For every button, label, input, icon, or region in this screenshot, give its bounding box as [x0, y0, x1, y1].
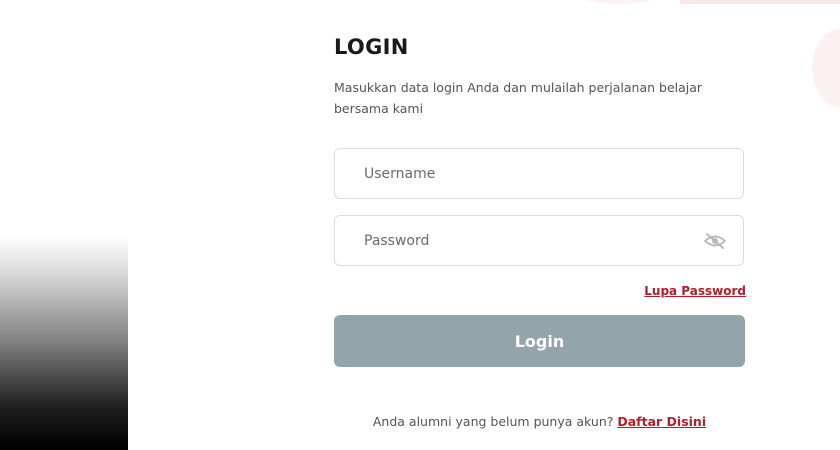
login-button[interactable]: Login	[334, 315, 745, 367]
register-prompt: Anda alumni yang belum punya akun? Dafta…	[334, 414, 745, 429]
password-input[interactable]	[335, 216, 743, 265]
eye-slash-icon[interactable]	[703, 232, 727, 250]
page-title: LOGIN	[334, 35, 409, 59]
forgot-password-link[interactable]: Lupa Password	[644, 284, 746, 298]
login-page: LOGIN Masukkan data login Anda dan mulai…	[0, 0, 840, 450]
password-field-container	[334, 215, 744, 266]
page-subtitle: Masukkan data login Anda dan mulailah pe…	[334, 80, 703, 116]
username-field-container	[334, 148, 744, 199]
username-input[interactable]	[335, 149, 743, 198]
decorative-arc	[812, 28, 840, 108]
register-link[interactable]: Daftar Disini	[617, 414, 706, 429]
login-form: LOGIN Masukkan data login Anda dan mulai…	[334, 0, 746, 450]
register-prompt-text: Anda alumni yang belum punya akun?	[372, 414, 614, 429]
decorative-gradient-panel	[0, 236, 128, 450]
